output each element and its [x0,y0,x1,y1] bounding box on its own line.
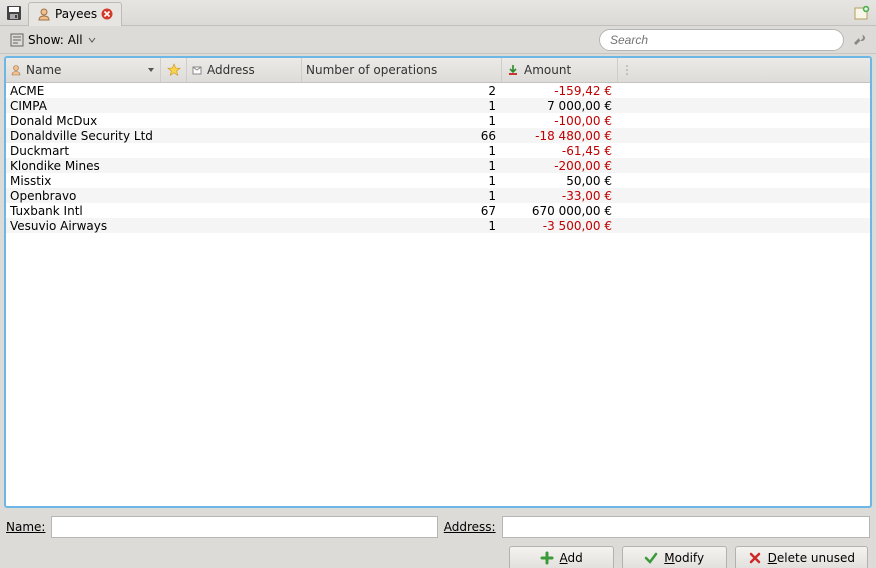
tab-payees[interactable]: Payees [28,2,122,26]
new-tab-icon [854,5,870,21]
col-header-name[interactable]: Name [6,58,161,82]
save-button[interactable] [4,3,24,23]
delete-button-rest: elete unused [777,551,855,565]
cell-amount: -18 480,00 € [502,129,618,143]
save-icon [6,5,22,21]
top-toolbar: Payees [0,0,876,26]
cell-name: ACME [6,84,187,98]
col-header-amount-label: Amount [524,63,571,77]
grip-icon [624,64,630,76]
cell-amount: -100,00 € [502,114,618,128]
cell-ops: 1 [302,219,502,233]
delete-unused-button[interactable]: Delete unused Delete unused [735,546,868,568]
cell-name: Donald McDux [6,114,187,128]
table-row[interactable]: Openbravo 1-33,00 € [6,188,870,203]
table-row[interactable]: ACME 2-159,42 € [6,83,870,98]
cell-amount: 7 000,00 € [502,99,618,113]
address-field[interactable] [502,516,870,538]
table-row[interactable]: Donaldville Security Ltd 66-18 480,00 € [6,128,870,143]
cell-ops: 1 [302,99,502,113]
cell-name: Vesuvio Airways [6,219,187,233]
add-button[interactable]: Add Add [509,546,614,568]
delete-icon [748,551,762,565]
check-icon [644,551,658,565]
cell-amount: 670 000,00 € [502,204,618,218]
add-button-rest: dd [568,551,583,565]
new-tab-button[interactable] [852,3,872,23]
cell-name: Tuxbank Intl [6,204,187,218]
cell-ops: 1 [302,174,502,188]
tab-label: Payees [55,7,97,21]
cell-name: Misstix [6,174,187,188]
col-header-bookmark[interactable] [161,58,187,82]
chevron-down-icon [87,35,97,45]
cell-ops: 1 [302,114,502,128]
amount-icon [506,63,520,77]
cell-name: Openbravo [6,189,187,203]
cell-ops: 1 [302,159,502,173]
table-row[interactable]: Tuxbank Intl 67670 000,00 € [6,203,870,218]
cell-ops: 1 [302,144,502,158]
button-bar: Add Add Modify Modify Delete unused Dele… [0,542,876,568]
column-headers: Name Address Number of operations [6,58,870,83]
search-config-button[interactable] [850,30,870,50]
cell-amount: -33,00 € [502,189,618,203]
name-field[interactable] [51,516,437,538]
edit-bar: Name: Name: Address: [0,512,876,542]
name-field-label: Name: [6,520,45,534]
table-row[interactable]: Duckmart 1-61,45 € [6,143,870,158]
filter-bar: Show: All [0,26,876,54]
table-row[interactable]: Klondike Mines 1-200,00 € [6,158,870,173]
close-icon[interactable] [101,8,113,20]
col-header-name-label: Name [26,63,61,77]
cell-amount: -3 500,00 € [502,219,618,233]
col-header-ops[interactable]: Number of operations [302,58,502,82]
col-header-amount[interactable]: Amount [502,58,618,82]
search-input[interactable] [599,29,844,51]
col-header-spacer [618,58,870,82]
show-filter-button[interactable]: Show: All [6,31,101,49]
show-value: All [68,33,83,47]
table-row[interactable]: Vesuvio Airways 1-3 500,00 € [6,218,870,233]
cell-ops: 1 [302,189,502,203]
address-field-label: Address: [444,520,496,534]
person-icon [10,64,22,76]
col-header-address-label: Address [207,63,255,77]
cell-ops: 67 [302,204,502,218]
table-row[interactable]: CIMPA 17 000,00 € [6,98,870,113]
col-header-address[interactable]: Address [187,58,302,82]
person-icon [37,7,51,21]
modify-button-rest: odify [675,551,704,565]
cell-ops: 66 [302,129,502,143]
cell-name: CIMPA [6,99,187,113]
address-icon [191,64,203,76]
cell-amount: 50,00 € [502,174,618,188]
cell-name: Donaldville Security Ltd [6,129,187,143]
show-label: Show: [28,33,64,47]
sort-desc-icon [146,65,156,75]
cell-name: Duckmart [6,144,187,158]
modify-button[interactable]: Modify Modify [622,546,727,568]
payees-table: Name Address Number of operations [4,56,872,508]
table-row[interactable]: Donald McDux 1-100,00 € [6,113,870,128]
cell-amount: -159,42 € [502,84,618,98]
cell-amount: -61,45 € [502,144,618,158]
cell-name: Klondike Mines [6,159,187,173]
table-row[interactable]: Misstix 150,00 € [6,173,870,188]
cell-amount: -200,00 € [502,159,618,173]
table-body: ACME2-159,42 €CIMPA17 000,00 €Donald McD… [6,83,870,506]
cell-ops: 2 [302,84,502,98]
col-header-ops-label: Number of operations [306,63,437,77]
star-icon [167,63,181,77]
wrench-icon [852,32,868,48]
plus-icon [540,551,554,565]
filter-icon [10,33,24,47]
